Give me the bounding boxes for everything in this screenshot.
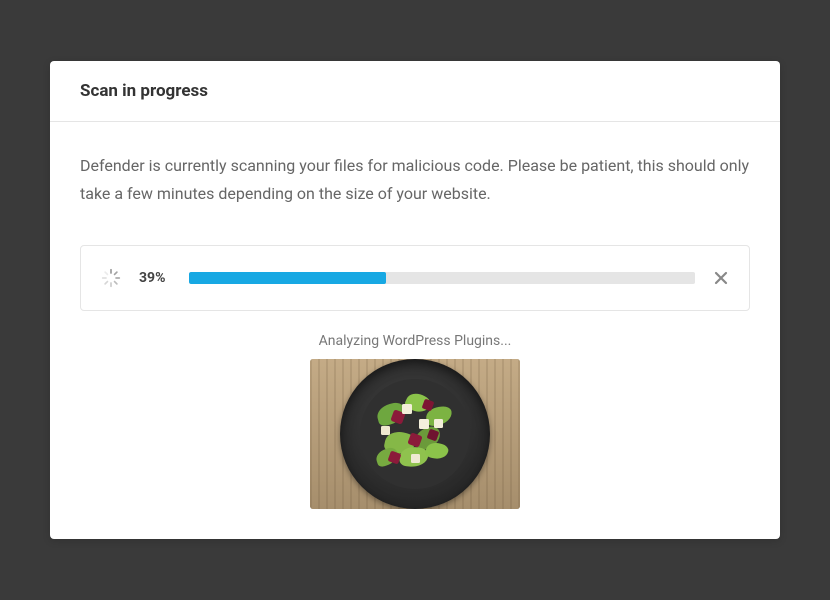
decorative-image-wrap [80,359,750,509]
progress-status: Analyzing WordPress Plugins... [80,333,750,349]
close-icon[interactable] [713,270,729,286]
progress-box: 39% [80,245,750,311]
scan-description: Defender is currently scanning your file… [80,152,750,206]
progress-bar [189,272,695,284]
progress-fill [189,272,386,284]
card-header: Scan in progress [50,61,780,122]
card-title: Scan in progress [80,81,750,101]
spinner-icon [101,268,121,288]
salad-plate-image [310,359,520,509]
scan-progress-card: Scan in progress Defender is currently s… [50,61,780,538]
progress-percent: 39% [139,270,171,286]
card-body: Defender is currently scanning your file… [50,122,780,538]
